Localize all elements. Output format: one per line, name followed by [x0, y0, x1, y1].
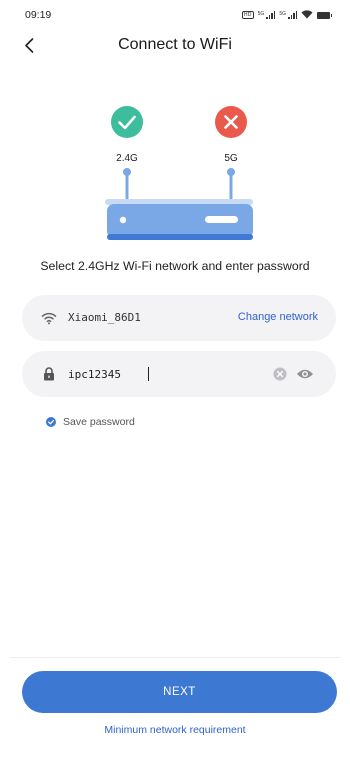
wifi-status-icon	[301, 10, 313, 19]
status-bar: 09:19 HD 5G 5G	[0, 0, 350, 26]
signal-2-label: 5G	[279, 11, 286, 17]
change-network-link[interactable]: Change network	[238, 311, 318, 323]
connect-wifi-screen: 09:19 HD 5G 5G Connect to WiFi 2.4G 5G S…	[0, 0, 350, 759]
wifi-icon	[41, 312, 57, 325]
hd-icon: HD	[241, 11, 254, 19]
router-illustration: 2.4G 5G	[105, 106, 253, 240]
battery-icon	[317, 12, 332, 19]
signal-1-label: 5G	[257, 11, 265, 17]
status-icons: HD 5G 5G	[241, 10, 332, 19]
save-password-row[interactable]: Save password	[46, 416, 135, 428]
page-title: Connect to WiFi	[118, 36, 232, 53]
band-label-supported: 2.4G	[116, 153, 138, 164]
router-icon	[105, 199, 253, 240]
footer-divider	[10, 657, 340, 658]
close-icon	[215, 106, 247, 138]
antenna-icon	[123, 168, 235, 202]
min-requirement-link[interactable]: Minimum network requirement	[0, 724, 350, 736]
network-ssid: Xiaomi_86D1	[68, 311, 141, 324]
status-time: 09:19	[25, 9, 52, 21]
password-field	[22, 351, 336, 397]
signal-icon: 5G	[279, 11, 297, 19]
band-label-unsupported: 5G	[224, 153, 238, 164]
instruction-text: Select 2.4GHz Wi-Fi network and enter pa…	[40, 259, 310, 273]
save-password-label: Save password	[63, 416, 135, 428]
check-icon	[111, 106, 143, 138]
text-cursor	[148, 367, 149, 381]
next-button[interactable]: NEXT	[22, 671, 337, 713]
lock-icon	[44, 367, 54, 381]
checkbox-checked-icon[interactable]	[46, 417, 56, 427]
network-field: Xiaomi_86D1 Change network	[22, 295, 336, 341]
password-input[interactable]	[68, 363, 248, 385]
eye-icon[interactable]	[296, 367, 314, 381]
clear-icon[interactable]	[273, 367, 287, 381]
signal-icon: 5G	[258, 11, 276, 19]
